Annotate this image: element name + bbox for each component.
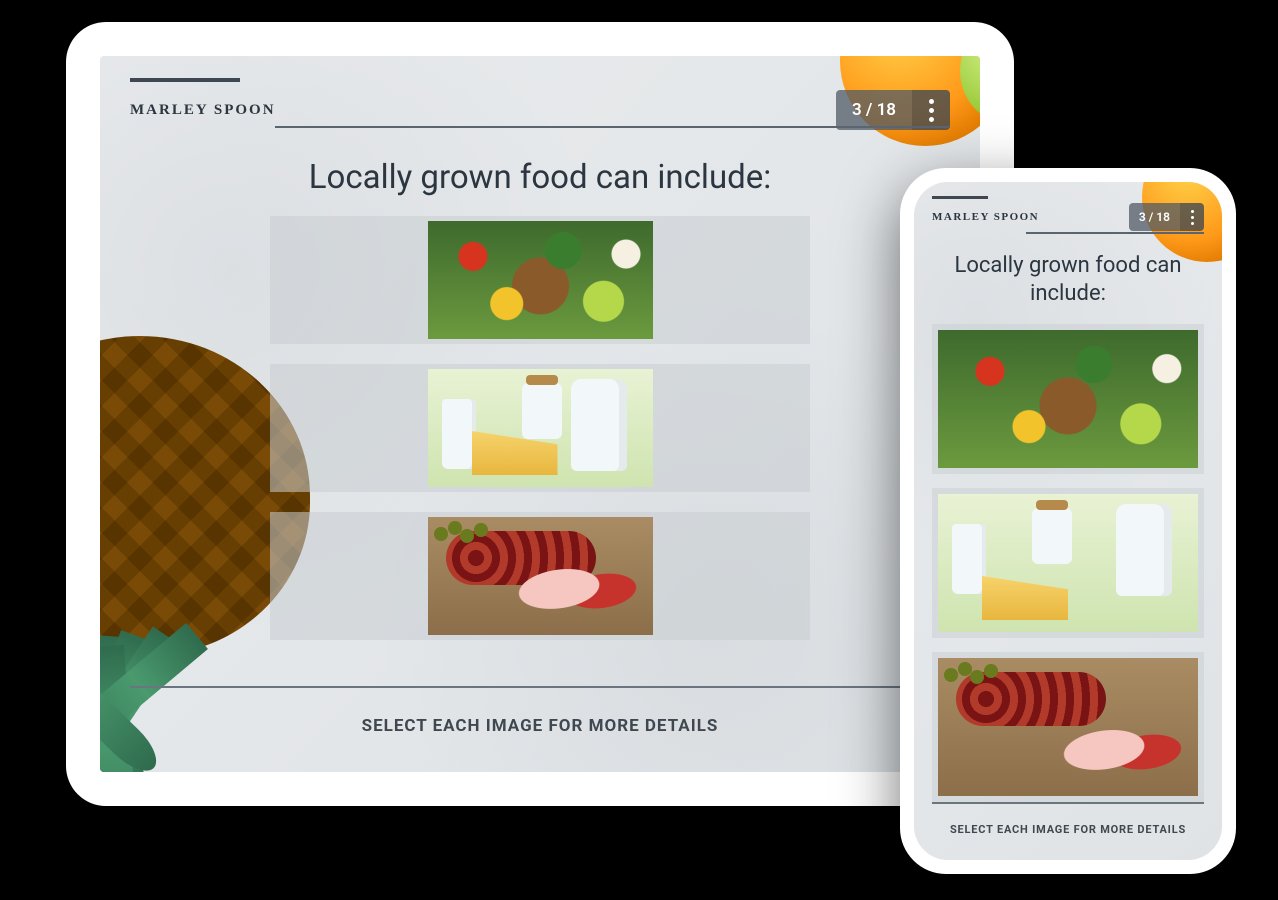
accent-bar — [130, 78, 240, 82]
header-divider — [275, 126, 950, 128]
tablet-device-frame: MARLEY SPOON 3 / 18 Locally grown food c… — [66, 22, 1014, 806]
more-menu-button[interactable] — [912, 90, 950, 130]
option-card-produce[interactable] — [932, 324, 1204, 474]
instruction-text: SELECT EACH IMAGE FOR MORE DETAILS — [100, 716, 980, 736]
header: MARLEY SPOON 3 / 18 — [932, 200, 1204, 234]
kebab-dot-icon — [1191, 222, 1194, 225]
instruction-text: SELECT EACH IMAGE FOR MORE DETAILS — [914, 823, 1222, 836]
more-menu-button[interactable] — [1180, 203, 1204, 231]
tablet-screen: MARLEY SPOON 3 / 18 Locally grown food c… — [100, 56, 980, 772]
progress-count: 3 / 18 — [836, 90, 912, 130]
kebab-dot-icon — [1191, 210, 1194, 213]
phone-screen: MARLEY SPOON 3 / 18 Locally grown food c… — [914, 182, 1222, 860]
produce-image — [938, 330, 1198, 468]
footer-divider — [932, 802, 1204, 804]
meats-image — [938, 658, 1198, 796]
header-divider — [1026, 232, 1204, 234]
image-options-list — [932, 324, 1204, 802]
progress-pill: 3 / 18 — [1129, 203, 1204, 231]
kebab-dot-icon — [929, 99, 934, 104]
image-options-list — [270, 216, 810, 640]
produce-image — [428, 221, 653, 339]
progress-pill: 3 / 18 — [836, 90, 950, 130]
dairy-image — [938, 494, 1198, 632]
option-card-dairy[interactable] — [932, 488, 1204, 638]
meats-image — [428, 517, 653, 635]
brand-logo: MARLEY SPOON — [932, 211, 1039, 223]
brand-logo: MARLEY SPOON — [130, 102, 276, 119]
option-card-produce[interactable] — [270, 216, 810, 344]
kebab-dot-icon — [929, 108, 934, 113]
phone-device-frame: MARLEY SPOON 3 / 18 Locally grown food c… — [900, 168, 1236, 874]
option-card-meats[interactable] — [932, 652, 1204, 802]
kebab-dot-icon — [929, 117, 934, 122]
dairy-image — [428, 369, 653, 487]
option-card-dairy[interactable] — [270, 364, 810, 492]
accent-bar — [932, 196, 988, 199]
footer-divider — [130, 686, 950, 688]
progress-count: 3 / 18 — [1129, 203, 1180, 231]
page-title: Locally grown food can include: — [914, 252, 1222, 307]
option-card-meats[interactable] — [270, 512, 810, 640]
page-title: Locally grown food can include: — [100, 158, 980, 197]
kebab-dot-icon — [1191, 216, 1194, 219]
